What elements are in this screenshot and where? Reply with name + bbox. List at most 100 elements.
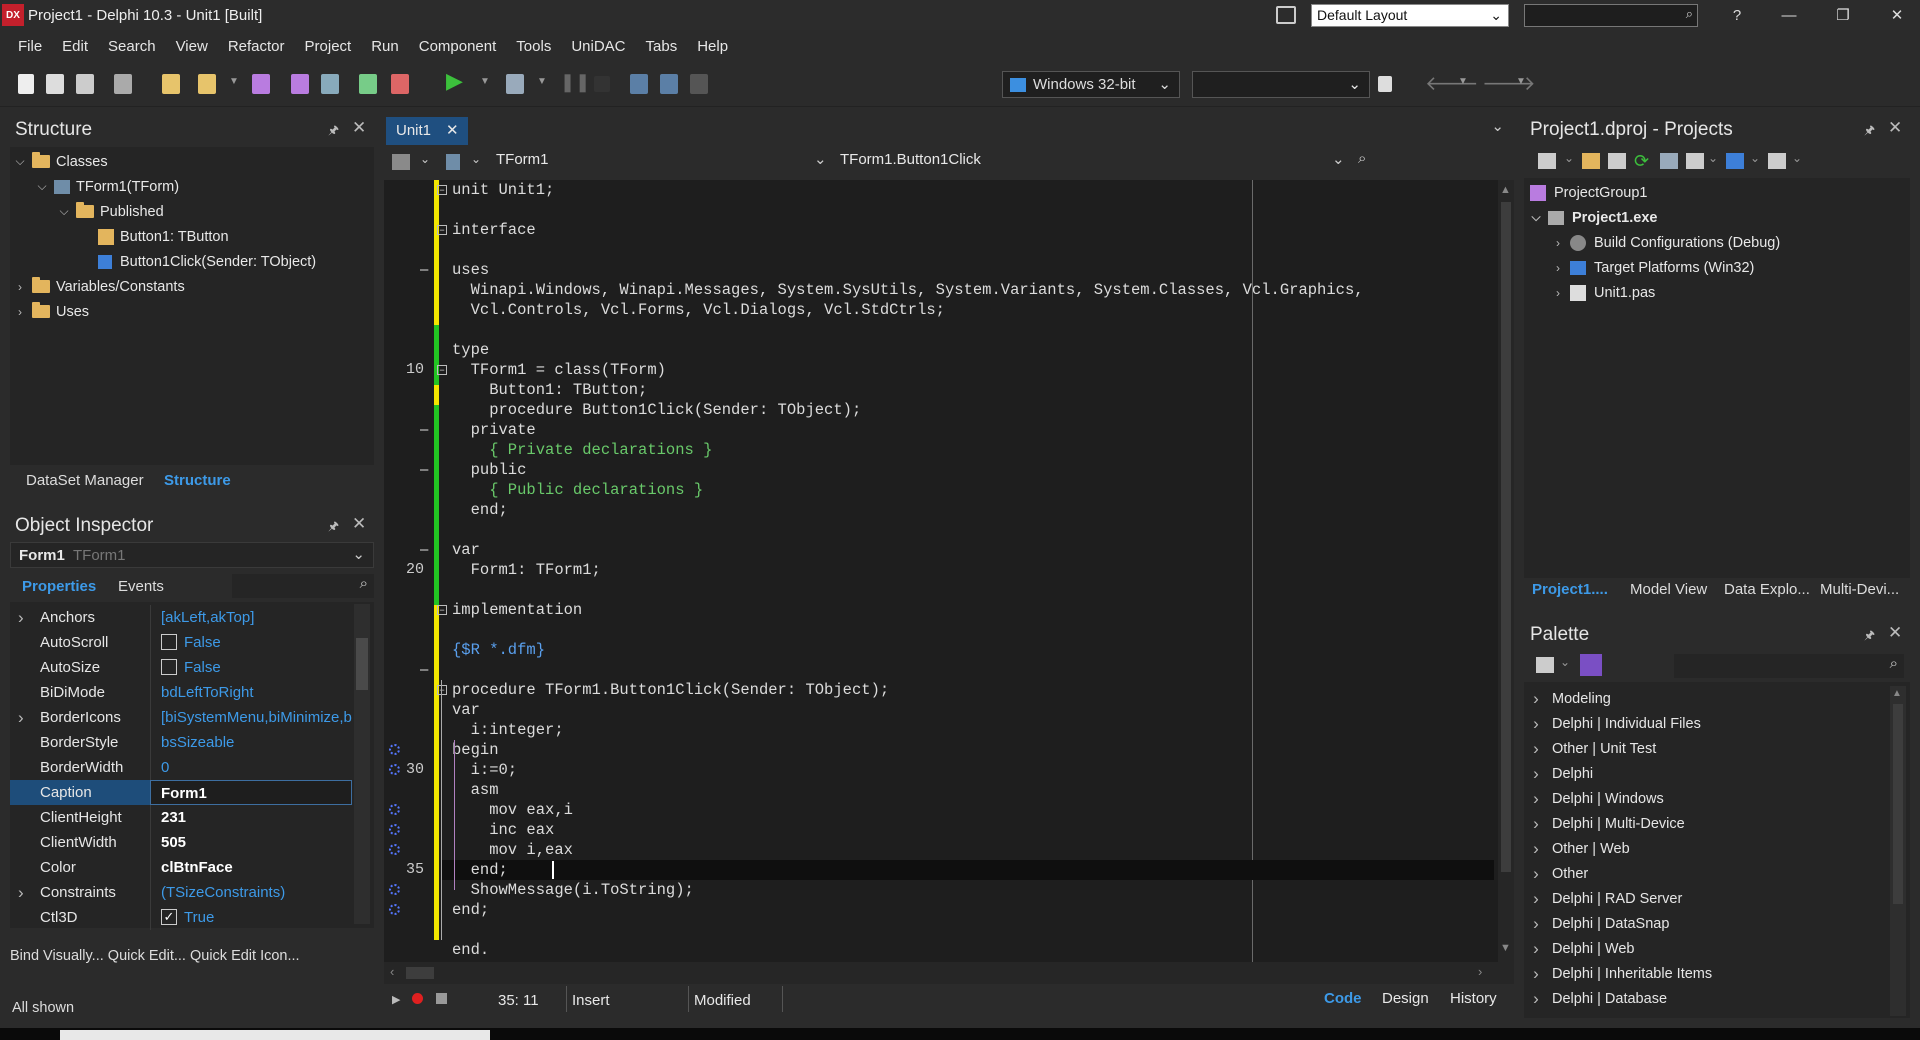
tree-item-uses[interactable]: › Uses bbox=[14, 299, 89, 324]
code-line[interactable]: Form1: TForm1; bbox=[452, 560, 601, 580]
chevron-down-icon[interactable]: ⌄ bbox=[1491, 117, 1504, 135]
chevron-down-icon[interactable]: ⌄ bbox=[1792, 151, 1802, 165]
sort-icon[interactable] bbox=[1726, 153, 1744, 169]
menu-refactor[interactable]: Refactor bbox=[218, 38, 295, 55]
chevron-down-icon[interactable]: ⌄ bbox=[1708, 151, 1718, 165]
menu-run[interactable]: Run bbox=[361, 38, 409, 55]
save-all-icon[interactable] bbox=[291, 74, 309, 94]
tree-item-variables[interactable]: › Variables/Constants bbox=[14, 274, 185, 299]
new-unit-icon[interactable] bbox=[76, 74, 94, 94]
object-selector[interactable]: Form1 TForm1 ⌄ bbox=[10, 542, 374, 568]
code-line[interactable]: mov eax,i bbox=[452, 800, 573, 820]
chevron-down-icon[interactable]: ▼ bbox=[1458, 76, 1468, 87]
class-icon[interactable] bbox=[446, 154, 460, 170]
close-icon[interactable]: ✕ bbox=[352, 514, 366, 534]
scroll-right-icon[interactable]: › bbox=[1478, 964, 1482, 979]
forward-arrow-icon[interactable]: 🡒 bbox=[1482, 71, 1536, 96]
palette-category[interactable]: › Modeling bbox=[1530, 686, 1611, 711]
checkbox-unchecked[interactable] bbox=[161, 659, 177, 676]
stop-icon[interactable] bbox=[594, 76, 610, 92]
checkbox-unchecked[interactable] bbox=[161, 634, 177, 651]
chevron-down-icon[interactable]: ⌵ bbox=[36, 179, 48, 194]
scrollbar-thumb[interactable] bbox=[406, 967, 434, 979]
chevron-down-icon[interactable]: ⌵ bbox=[1530, 210, 1542, 225]
chevron-down-icon[interactable]: ▼ bbox=[1516, 76, 1526, 87]
chevron-right-icon[interactable]: › bbox=[1530, 714, 1542, 734]
layout-icon[interactable] bbox=[1276, 6, 1296, 24]
scrollbar-thumb[interactable] bbox=[1893, 704, 1903, 904]
property-grid-scrollbar[interactable] bbox=[354, 604, 370, 924]
palette-category[interactable]: › Delphi | Windows bbox=[1530, 786, 1664, 811]
menu-component[interactable]: Component bbox=[409, 38, 507, 55]
chevron-down-icon[interactable]: ⌄ bbox=[1564, 151, 1574, 165]
property-value[interactable]: 0 bbox=[150, 755, 352, 780]
tab-multi-device[interactable]: Multi-Devi... bbox=[1820, 575, 1899, 603]
code-line[interactable]: Winapi.Windows, Winapi.Messages, System.… bbox=[452, 280, 1364, 300]
chevron-down-icon[interactable]: ▼ bbox=[480, 76, 490, 87]
property-value[interactable]: [biSystemMenu,biMinimize,b bbox=[150, 705, 352, 730]
code-line[interactable]: procedure TForm1.Button1Click(Sender: TO… bbox=[452, 680, 889, 700]
new-file-icon[interactable] bbox=[18, 74, 34, 94]
tab-data-explorer[interactable]: Data Explo... bbox=[1724, 575, 1810, 603]
menu-view[interactable]: View bbox=[166, 38, 218, 55]
tree-item-project1[interactable]: ⌵ Project1.exe bbox=[1530, 205, 1657, 230]
palette-category[interactable]: › Delphi | Multi-Device bbox=[1530, 811, 1685, 836]
code-line[interactable]: uses bbox=[452, 260, 489, 280]
close-icon[interactable]: ✕ bbox=[1888, 118, 1902, 138]
tab-model-view[interactable]: Model View bbox=[1630, 575, 1707, 603]
close-tab-icon[interactable]: ✕ bbox=[446, 121, 459, 139]
pin-icon[interactable]: 🖈 bbox=[1864, 626, 1875, 647]
property-row[interactable]: BorderWidth 0 bbox=[10, 755, 352, 780]
tab-structure[interactable]: Structure bbox=[164, 466, 231, 494]
new-form-icon[interactable] bbox=[46, 74, 64, 94]
checkbox-checked[interactable]: ✓ bbox=[161, 909, 177, 926]
tab-events[interactable]: Events bbox=[118, 572, 164, 600]
code-line[interactable]: asm bbox=[452, 780, 499, 800]
chevron-right-icon[interactable]: › bbox=[14, 305, 26, 319]
property-value[interactable]: False bbox=[150, 630, 352, 655]
help-button[interactable]: ? bbox=[1714, 0, 1760, 30]
palette-category[interactable]: › Delphi | Web bbox=[1530, 936, 1634, 961]
fold-toggle-icon[interactable]: − bbox=[437, 685, 447, 695]
chevron-down-icon[interactable]: ⌄ bbox=[1560, 655, 1570, 669]
tab-dataset-manager[interactable]: DataSet Manager bbox=[26, 466, 144, 494]
code-line[interactable]: mov i,eax bbox=[452, 840, 573, 860]
code-line[interactable]: { Public declarations } bbox=[452, 480, 703, 500]
chevron-right-icon[interactable]: › bbox=[18, 705, 24, 730]
property-value[interactable]: Form1 bbox=[150, 780, 352, 805]
scrollbar-thumb[interactable] bbox=[1501, 202, 1511, 872]
code-line[interactable]: public bbox=[452, 460, 527, 480]
step-out-icon[interactable] bbox=[690, 74, 708, 94]
chevron-right-icon[interactable]: › bbox=[1530, 989, 1542, 1009]
chevron-right-icon[interactable]: › bbox=[1530, 914, 1542, 934]
palette-search-input[interactable]: ⌕ bbox=[1674, 654, 1904, 678]
property-row[interactable]: BiDiMode bdLeftToRight bbox=[10, 680, 352, 705]
palette-category[interactable]: › Other | Unit Test bbox=[1530, 736, 1656, 761]
back-arrow-icon[interactable]: 🡐 bbox=[1425, 71, 1479, 96]
activate-icon[interactable] bbox=[1538, 153, 1556, 169]
play-macro-icon[interactable]: ▶ bbox=[392, 993, 400, 1006]
code-line[interactable]: Vcl.Controls, Vcl.Forms, Vcl.Dialogs, Vc… bbox=[452, 300, 945, 320]
scroll-up-icon[interactable]: ▲ bbox=[1500, 184, 1511, 196]
pin-icon[interactable]: 🖈 bbox=[1864, 121, 1875, 142]
stop-macro-icon[interactable] bbox=[436, 993, 447, 1004]
chevron-right-icon[interactable]: › bbox=[1530, 789, 1542, 809]
code-line[interactable]: inc eax bbox=[452, 820, 554, 840]
configuration-dropdown[interactable]: ⌄ bbox=[1192, 71, 1370, 98]
fold-toggle-icon[interactable]: − bbox=[437, 365, 447, 375]
layout-dropdown[interactable]: Default Layout ⌄ bbox=[1311, 4, 1509, 27]
tree-item-tform1[interactable]: ⌵ TForm1(TForm) bbox=[36, 174, 179, 199]
add-new-project-icon[interactable] bbox=[1582, 153, 1600, 169]
open-folder-icon[interactable] bbox=[1608, 153, 1626, 169]
property-value[interactable]: bdLeftToRight bbox=[150, 680, 352, 705]
code-line[interactable]: var bbox=[452, 700, 480, 720]
pin-icon[interactable]: 🖈 bbox=[328, 121, 339, 142]
code-line[interactable]: end; bbox=[452, 500, 508, 520]
unit-icon[interactable] bbox=[392, 154, 410, 170]
code-line[interactable]: private bbox=[452, 420, 536, 440]
save-icon[interactable] bbox=[252, 74, 270, 94]
close-window-button[interactable]: ✕ bbox=[1874, 0, 1920, 30]
taskbar-item[interactable] bbox=[60, 1030, 490, 1040]
build-icon[interactable] bbox=[1660, 153, 1678, 169]
property-value[interactable]: ✓ True bbox=[150, 905, 352, 930]
